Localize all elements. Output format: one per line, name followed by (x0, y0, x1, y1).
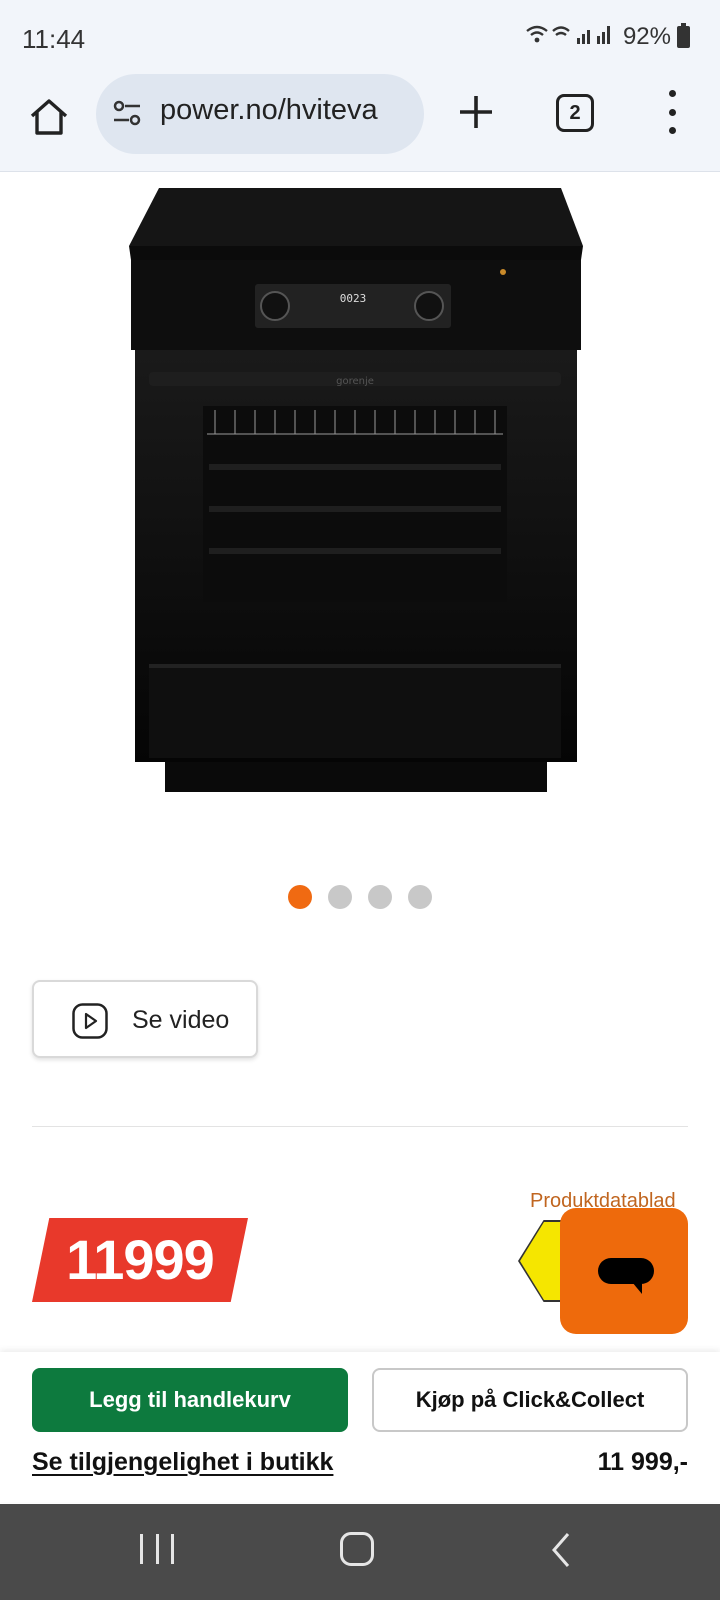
home-icon (30, 99, 68, 135)
product-image[interactable]: 0023 gorenje (125, 188, 595, 808)
system-navigation-bar (0, 1504, 720, 1600)
recent-apps-button[interactable] (140, 1534, 174, 1568)
status-bar: 11:44 92% (0, 0, 720, 80)
click-and-collect-button[interactable]: Kjøp på Click&Collect (372, 1368, 688, 1432)
section-divider (32, 1126, 688, 1127)
chat-button[interactable] (560, 1208, 688, 1334)
price-badge: 11999 (32, 1218, 248, 1302)
add-to-cart-button[interactable]: Legg til handlekurv (32, 1368, 348, 1432)
price-badge-value: 11999 (66, 1228, 215, 1291)
tab-switcher-button[interactable]: 2 (556, 94, 594, 132)
store-availability-link[interactable]: Se tilgjengelighet i butikk (32, 1448, 333, 1477)
dot-icon (668, 108, 676, 116)
back-button[interactable] (548, 1530, 572, 1570)
dot-icon (668, 90, 676, 97)
oven-illustration: 0023 gorenje (129, 188, 583, 792)
site-settings-icon[interactable] (112, 98, 142, 128)
chat-bubble-icon (598, 1258, 654, 1294)
play-icon (72, 1003, 108, 1039)
dot-icon (668, 127, 676, 134)
carousel-dot[interactable] (368, 885, 392, 909)
price-summary: 11 999,- (597, 1448, 688, 1476)
watch-video-button[interactable]: Se video (32, 980, 258, 1058)
address-bar[interactable]: power.no/hviteva (96, 74, 424, 154)
wifi-signal-icon (526, 25, 610, 44)
status-indicators: 92% (525, 22, 690, 52)
url-text[interactable]: power.no/hviteva (160, 94, 410, 127)
connectivity-icons (525, 22, 617, 52)
carousel-dot[interactable] (288, 885, 312, 909)
carousel-dot[interactable] (328, 885, 352, 909)
status-time: 11:44 (22, 24, 86, 54)
more-menu-button[interactable] (662, 90, 682, 134)
plus-icon (460, 96, 492, 128)
carousel-dot[interactable] (408, 885, 432, 909)
back-icon (552, 1533, 570, 1567)
new-tab-button[interactable] (456, 92, 496, 132)
purchase-action-bar: Legg til handlekurv Kjøp på Click&Collec… (0, 1352, 720, 1502)
battery-percentage: 92% (622, 23, 671, 50)
svg-text:gorenje: gorenje (336, 376, 374, 387)
nav-home-button[interactable] (340, 1532, 374, 1566)
video-button-label: Se video (132, 1006, 230, 1034)
battery-icon (677, 23, 690, 48)
browser-toolbar: power.no/hviteva 2 (0, 74, 720, 172)
home-button[interactable] (26, 94, 72, 140)
image-carousel-indicators (288, 885, 432, 909)
svg-text:0023: 0023 (340, 292, 367, 305)
